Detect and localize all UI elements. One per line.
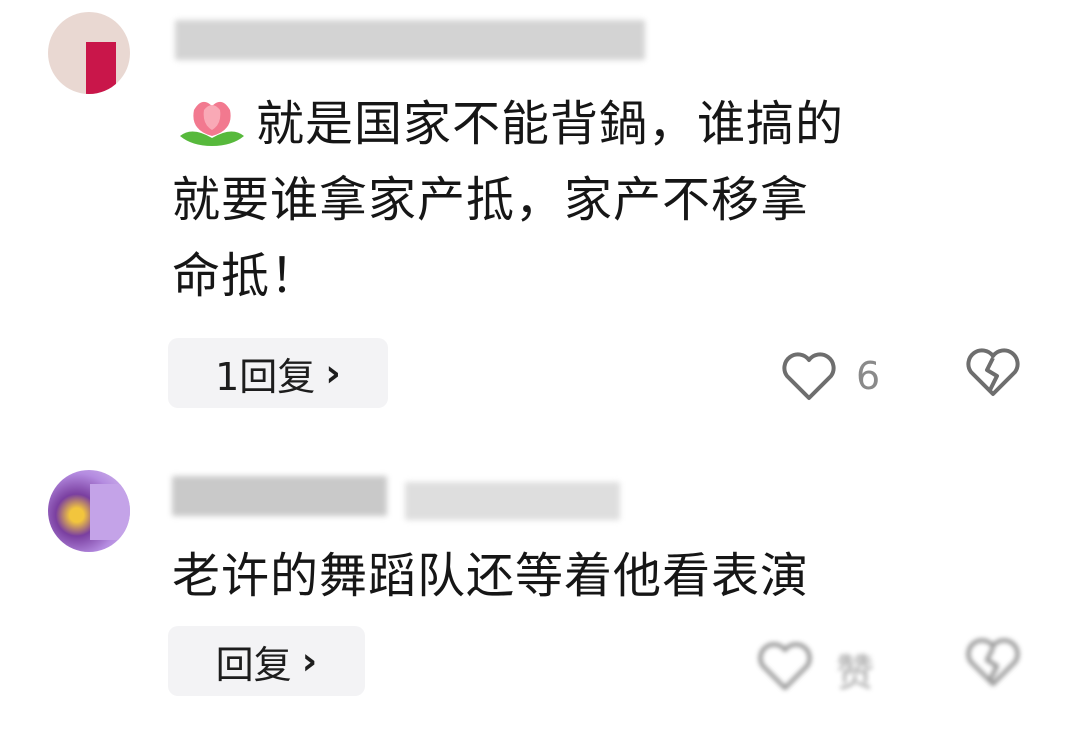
- heart-outline-icon[interactable]: [756, 640, 814, 692]
- comment-line-1: 老许的舞蹈队还等着他看表演: [172, 548, 810, 604]
- reply-button[interactable]: 1回复 ›: [168, 338, 388, 408]
- comment-line-3: 命抵！: [172, 248, 320, 304]
- comment-line-2: 就要谁拿家产抵，家产不移拿: [172, 172, 810, 228]
- avatar-image: [86, 42, 116, 94]
- reply-label: 回复: [215, 642, 292, 687]
- comment-text: 就是国家不能背鍋，谁搞的 就要谁拿家产抵，家产不移拿 命抵！: [172, 86, 844, 314]
- comment-text: 老许的舞蹈队还等着他看表演: [172, 538, 809, 614]
- like-label: 赞: [836, 651, 875, 695]
- username-redacted: [175, 20, 645, 60]
- like-count: 6: [856, 354, 881, 398]
- avatar-image: [90, 484, 130, 540]
- avatar[interactable]: [48, 12, 130, 94]
- tulip-emoji-icon: [172, 92, 252, 146]
- broken-heart-icon[interactable]: [964, 346, 1022, 398]
- chevron-right-icon: ›: [325, 351, 341, 395]
- chevron-right-icon: ›: [301, 639, 318, 683]
- comment-line-1: 就是国家不能背鍋，谁搞的: [256, 96, 845, 152]
- broken-heart-icon[interactable]: [964, 636, 1022, 688]
- meta-redacted: [405, 482, 620, 520]
- reply-button[interactable]: 回复 ›: [168, 626, 365, 696]
- reply-label: 1回复: [215, 354, 316, 399]
- heart-outline-icon[interactable]: [780, 350, 838, 402]
- avatar[interactable]: [48, 470, 130, 552]
- username-redacted: [172, 476, 387, 516]
